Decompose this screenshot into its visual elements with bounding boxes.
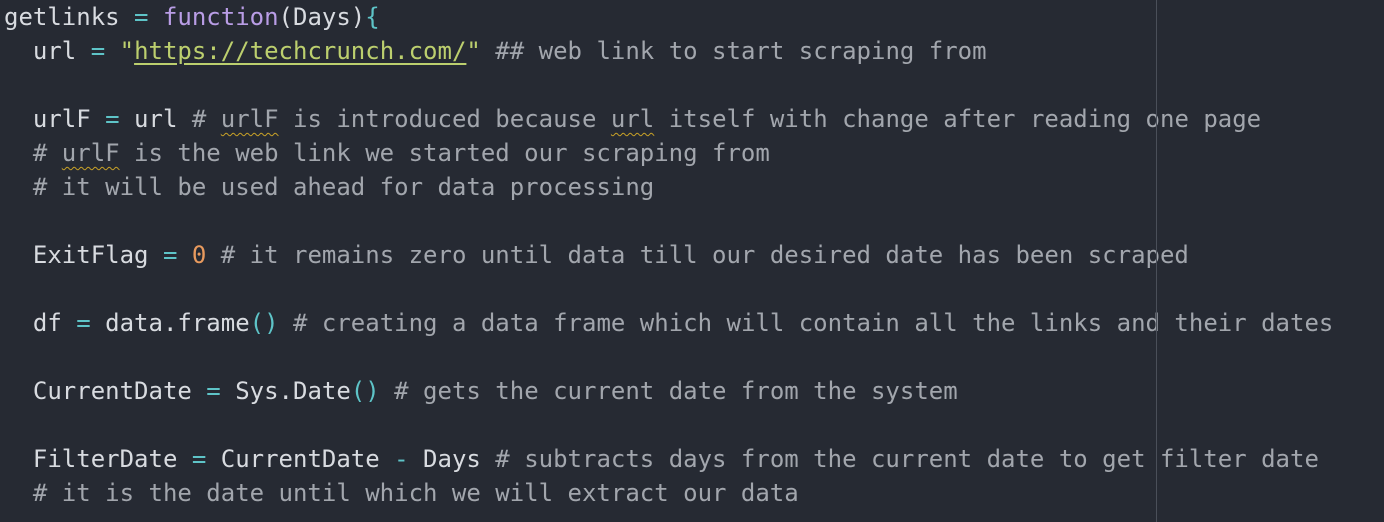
code-token-misspelled: urlF (61, 139, 120, 167)
code-line[interactable] (4, 408, 1333, 442)
code-token: CurrentDate (206, 445, 395, 473)
code-line[interactable]: urlF = url # urlF is introduced because … (4, 102, 1333, 136)
code-token: data.frame (90, 309, 250, 337)
code-token: = (105, 105, 120, 133)
code-token: urlF (4, 105, 106, 133)
code-token: url (119, 105, 192, 133)
code-token: ) (350, 3, 366, 31)
code-token: getlinks (4, 3, 120, 31)
code-token: () (350, 377, 380, 405)
code-line[interactable]: ExitFlag = 0 # it remains zero until dat… (4, 238, 1333, 272)
code-token: = (191, 445, 207, 473)
code-token: Days (293, 3, 351, 31)
code-line[interactable] (4, 204, 1333, 238)
code-token: itself with change after reading one pag… (654, 105, 1262, 133)
code-token: FilterDate (4, 445, 192, 473)
code-line[interactable]: # urlF is the web link we started our sc… (4, 136, 1333, 170)
code-token: # it will be used ahead for data process… (4, 173, 655, 201)
code-line[interactable]: # it is the date until which we will ext… (4, 476, 1333, 510)
code-line[interactable]: # it will be used ahead for data process… (4, 170, 1333, 204)
code-token: is introduced because (278, 105, 611, 133)
code-token: # it is the date until which we will ext… (4, 479, 799, 507)
code-line[interactable]: getlinks = function(Days){ (4, 0, 1333, 34)
code-line[interactable] (4, 340, 1333, 374)
code-token: = (134, 3, 149, 31)
code-token: = (162, 241, 178, 269)
code-token: 0 (191, 241, 207, 269)
code-line[interactable]: url = "https://techcrunch.com/" ## web l… (4, 34, 1333, 68)
code-token: # (4, 139, 62, 167)
code-line[interactable] (4, 68, 1333, 102)
code-token: " (119, 37, 135, 65)
code-area[interactable]: getlinks = function(Days){ url = "https:… (4, 0, 1333, 510)
code-token: Days (408, 445, 496, 473)
code-token: CurrentDate (4, 377, 207, 405)
code-token: df (4, 309, 77, 337)
code-token: # (191, 105, 221, 133)
code-line[interactable]: FilterDate = CurrentDate - Days # subtra… (4, 442, 1333, 476)
code-line[interactable] (4, 272, 1333, 306)
code-token: ExitFlag (4, 241, 163, 269)
code-token: # creating a data frame which will conta… (278, 309, 1334, 337)
code-token: is the web link we started our scraping … (119, 139, 770, 167)
code-token: # subtracts days from the current date t… (495, 445, 1319, 473)
code-token: ## web link to start scraping from (480, 37, 987, 65)
code-token: https://techcrunch.com/ (134, 37, 467, 65)
code-token: = (76, 309, 91, 337)
code-token: - (394, 445, 409, 473)
code-token: url (4, 37, 91, 65)
code-token: Sys.Date (220, 377, 351, 405)
code-token: { (365, 3, 380, 31)
code-line[interactable]: CurrentDate = Sys.Date() # gets the curr… (4, 374, 1333, 408)
code-token: = (90, 37, 106, 65)
code-token-misspelled: url (610, 105, 655, 133)
code-token: # gets the current date from the system (379, 377, 958, 405)
code-token: # it remains zero until data till our de… (206, 241, 1189, 269)
code-token: () (249, 309, 279, 337)
code-line[interactable]: df = data.frame() # creating a data fram… (4, 306, 1333, 340)
code-token-misspelled: urlF (220, 105, 279, 133)
code-token: " (466, 37, 481, 65)
code-token: = (206, 377, 221, 405)
code-token: ( (278, 3, 293, 31)
code-editor[interactable]: getlinks = function(Days){ url = "https:… (0, 0, 1384, 522)
print-margin-guide (1156, 0, 1157, 522)
code-token: function (162, 3, 279, 31)
